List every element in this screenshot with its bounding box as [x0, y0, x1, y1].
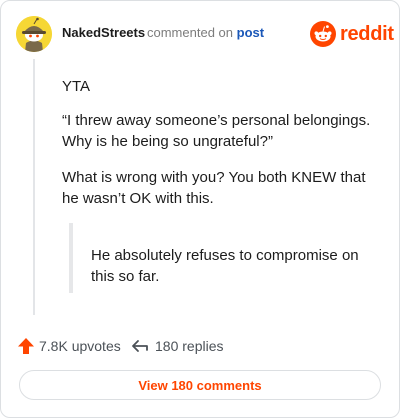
reddit-logo-icon	[310, 21, 336, 47]
reply-arrow-icon	[132, 340, 148, 352]
comment-paragraph: “I threw away someone’s personal belongi…	[62, 112, 371, 150]
comment-meta: commented on post	[147, 25, 264, 40]
blockquote-text: He absolutely refuses to compromise on t…	[91, 247, 359, 285]
username[interactable]: NakedStreets	[62, 25, 145, 40]
comment-paragraph: What is wrong with you? You both KNEW th…	[62, 169, 366, 207]
snoo-avatar-icon	[16, 16, 52, 52]
comment-paragraph: YTA	[62, 78, 91, 95]
post-link[interactable]: post	[237, 25, 264, 40]
upvote-arrow-icon	[18, 338, 34, 354]
replies-count: 180 replies	[155, 338, 224, 354]
blockquote-bar	[69, 223, 73, 293]
thread-line	[33, 59, 35, 315]
meta-verb: commented on	[147, 25, 233, 40]
reddit-logo[interactable]: reddit	[310, 21, 394, 47]
upvotes-count: 7.8K upvotes	[39, 338, 121, 354]
replies-stat[interactable]: 180 replies	[131, 337, 224, 355]
user-avatar[interactable]	[16, 16, 52, 52]
view-comments-button[interactable]: View 180 comments	[19, 370, 381, 400]
comment-card: NakedStreets commented on post reddit YT…	[0, 0, 400, 418]
reddit-wordmark: reddit	[340, 22, 394, 45]
upvotes-stat[interactable]: 7.8K upvotes	[17, 337, 121, 355]
